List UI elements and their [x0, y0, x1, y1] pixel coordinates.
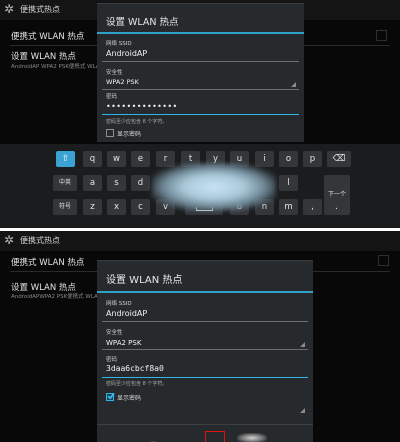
ssid-label: 网络 SSID — [106, 41, 132, 47]
ssid-underline — [102, 61, 299, 62]
action-bar-title: 便携式热点 — [20, 236, 60, 245]
dialog-title: 设置 WLAN 热点 — [106, 17, 179, 28]
key-e[interactable]: e — [131, 151, 150, 167]
password-underline — [102, 114, 299, 115]
key-l[interactable]: l — [279, 175, 298, 191]
password-hint: 密码至少应包含 8 个字符。 — [106, 381, 168, 387]
hotspot-toggle-row[interactable]: 便携式 WLAN 热点 — [11, 30, 84, 42]
action-bar-title: 便携式热点 — [20, 5, 60, 14]
show-password-checkbox[interactable] — [106, 129, 114, 137]
ssid-underline — [102, 321, 308, 322]
language-switch-key[interactable]: 中英 — [53, 175, 77, 191]
key-c[interactable]: c — [131, 199, 150, 215]
setup-hotspot-summary: AndroidAP WPA2 PSK便携式 WLAN — [11, 64, 104, 70]
dropdown-arrow-icon[interactable] — [291, 82, 296, 87]
key-comma[interactable]: , — [303, 199, 322, 215]
gear-icon[interactable]: ✲ — [2, 2, 16, 16]
password-input[interactable]: 3daa6cbcf8a0 — [106, 364, 164, 373]
dialog-title-divider — [97, 32, 304, 34]
hotspot-toggle-row[interactable]: 便携式 WLAN 热点 — [11, 256, 84, 268]
security-label: 安全性 — [106, 330, 123, 336]
password-hint: 密码至少应包含 8 个字符。 — [106, 119, 168, 125]
gear-icon[interactable]: ✲ — [2, 233, 16, 247]
key-x[interactable]: x — [107, 199, 126, 215]
key-period[interactable]: . — [327, 199, 346, 215]
shift-key-icon[interactable]: ⇧ — [56, 151, 75, 167]
key-z[interactable]: z — [83, 199, 102, 215]
key-p[interactable]: p — [303, 151, 322, 167]
scroll-corner-icon — [300, 408, 305, 413]
key-a[interactable]: a — [83, 175, 102, 191]
ssid-input[interactable]: AndroidAP — [106, 49, 147, 58]
dialog-title: 设置 WLAN 热点 — [106, 275, 183, 286]
security-select[interactable]: WPA2 PSK — [106, 78, 139, 86]
symbols-key[interactable]: 符号 — [53, 199, 77, 215]
soft-keyboard: ⇧ q w e r t y u i o p ⌫ 中英 a s d l 下一个 符… — [0, 144, 400, 228]
hotspot-toggle-checkbox[interactable] — [376, 30, 387, 41]
key-w[interactable]: w — [107, 151, 126, 167]
dropdown-arrow-icon[interactable] — [300, 342, 305, 347]
security-underline — [102, 89, 299, 90]
key-d[interactable]: d — [131, 175, 150, 191]
key-q[interactable]: q — [83, 151, 102, 167]
key-m[interactable]: m — [279, 199, 298, 215]
show-password-checkbox[interactable] — [106, 393, 114, 401]
show-password-label[interactable]: 显示密码 — [117, 129, 141, 138]
password-underline — [102, 377, 308, 378]
security-label: 安全性 — [106, 70, 123, 76]
blurred-region — [152, 163, 276, 211]
key-o[interactable]: o — [279, 151, 298, 167]
blurred-region — [237, 433, 267, 442]
wlan-hotspot-dialog: 设置 WLAN 热点 网络 SSID AndroidAP 安全性 WPA2 PS… — [97, 3, 304, 142]
password-label: 密码 — [106, 94, 118, 100]
screen-2-show-password: ✲ 便携式热点 便携式 WLAN 热点 设置 WLAN 热点 AndroidAP… — [0, 231, 400, 442]
action-bar: ✲ 便携式热点 — [0, 231, 400, 251]
setup-hotspot-row[interactable]: 设置 WLAN 热点 — [11, 50, 76, 62]
dialog-title-divider — [97, 291, 313, 293]
backspace-key-icon[interactable]: ⌫ — [327, 151, 351, 167]
security-underline — [102, 349, 308, 350]
hotspot-toggle-checkbox[interactable] — [378, 255, 389, 266]
wlan-hotspot-dialog: 设置 WLAN 热点 网络 SSID AndroidAP 安全性 WPA2 PS… — [97, 260, 313, 442]
show-password-label[interactable]: 显示密码 — [117, 393, 141, 402]
password-label: 密码 — [106, 357, 118, 363]
save-button-highlight[interactable] — [205, 431, 225, 442]
password-input[interactable]: •••••••••••••• — [106, 102, 178, 111]
ssid-label: 网络 SSID — [106, 301, 132, 307]
button-bar-divider — [97, 424, 313, 425]
screen-1-dialog-with-keyboard: ✲ 便携式热点 便携式 WLAN 热点 设置 WLAN 热点 AndroidAP… — [0, 0, 400, 228]
security-select[interactable]: WPA2 PSK — [106, 339, 141, 347]
ssid-input[interactable]: AndroidAP — [106, 309, 147, 318]
setup-hotspot-summary: AndroidAPWPA2 PSK便携式 WLA — [11, 294, 98, 300]
key-s[interactable]: s — [107, 175, 126, 191]
